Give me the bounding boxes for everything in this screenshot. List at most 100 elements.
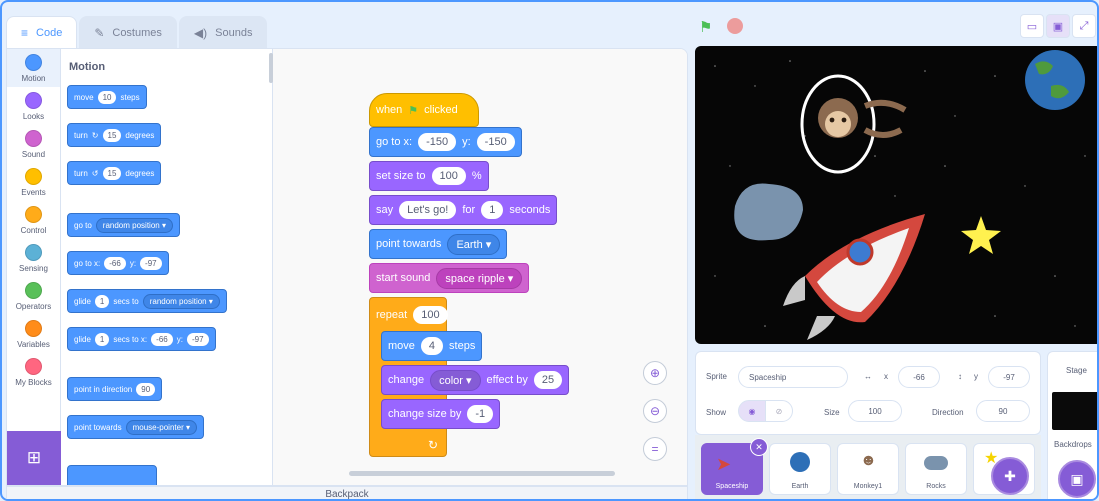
category-motion[interactable]: Motion xyxy=(7,49,60,87)
palette-goto-block[interactable]: go to random position ▾ xyxy=(67,213,180,237)
category-looks[interactable]: Looks xyxy=(7,87,60,125)
sprite-thumb-monkey1[interactable]: ☻ Monkey1 xyxy=(837,443,899,495)
delete-sprite-icon[interactable]: ✕ xyxy=(750,438,768,456)
set-size-block[interactable]: set size to 100% xyxy=(369,161,489,191)
block-input[interactable]: -66 xyxy=(104,256,126,270)
cat-add-icon: ✚ xyxy=(1004,467,1016,484)
palette-partial-block[interactable] xyxy=(67,465,157,485)
large-stage-button[interactable]: ▣ xyxy=(1046,14,1070,38)
stage-canvas[interactable] xyxy=(695,46,1097,344)
star-sprite xyxy=(961,216,1001,254)
effect-value-input[interactable]: 25 xyxy=(533,371,563,389)
block-input[interactable]: 1 xyxy=(94,332,110,346)
category-control[interactable]: Control xyxy=(7,201,60,239)
zoom-in-button[interactable]: ⊕ xyxy=(643,361,667,385)
tab-sounds[interactable]: ◀) Sounds xyxy=(178,16,268,48)
repeat-header: repeat 100 xyxy=(376,306,448,324)
category-events[interactable]: Events xyxy=(7,163,60,201)
change-effect-block[interactable]: change color ▾ effect by 25 xyxy=(381,365,570,395)
category-dot xyxy=(25,357,42,375)
choose-sprite-button[interactable]: ✚ xyxy=(991,457,1029,495)
fullscreen-button[interactable]: ⤢ xyxy=(1072,14,1096,38)
sprite-name: Earth xyxy=(791,483,809,490)
sprite-name-input[interactable]: Spaceship xyxy=(738,366,848,388)
small-stage-button[interactable]: ▭ xyxy=(1020,14,1044,38)
stop-button[interactable] xyxy=(727,18,743,34)
workspace-scrollbar[interactable] xyxy=(349,471,615,476)
category-variables[interactable]: Variables xyxy=(7,315,60,353)
sprite-name: Spaceship xyxy=(715,483,749,490)
eye-hidden-icon: ⊘ xyxy=(775,406,783,416)
block-input[interactable]: 15 xyxy=(102,128,122,142)
palette-move-block[interactable]: move 10 steps xyxy=(67,85,147,109)
x-input[interactable]: -66 xyxy=(898,366,940,388)
block-text: change size by xyxy=(388,408,462,420)
zoom-reset-button[interactable]: = xyxy=(643,437,667,461)
repeat-count-input[interactable]: 100 xyxy=(413,306,448,324)
category-dot xyxy=(25,319,42,337)
steps-input[interactable]: 4 xyxy=(420,337,444,355)
palette-turn-right-block[interactable]: turn ↻ 15 degrees xyxy=(67,123,162,147)
category-my-blocks[interactable]: My Blocks xyxy=(7,353,60,391)
block-dropdown[interactable]: random position ▾ xyxy=(95,217,173,233)
category-operators[interactable]: Operators xyxy=(7,277,60,315)
zoom-out-button[interactable]: ⊖ xyxy=(643,399,667,423)
stage-selector[interactable]: Stage Backdrops ▣ xyxy=(1047,351,1097,499)
palette-glide-block[interactable]: glide 1 secs to random position ▾ xyxy=(67,289,227,313)
size-input[interactable]: 100 xyxy=(848,400,902,422)
block-dropdown[interactable]: random position ▾ xyxy=(142,293,220,309)
point-towards-block[interactable]: point towards Earth ▾ xyxy=(369,229,508,259)
when-flag-clicked-block[interactable]: when ⚑ clicked xyxy=(369,93,479,127)
x-input[interactable]: -150 xyxy=(418,133,457,151)
palette-point-direction-block[interactable]: point in direction 90 xyxy=(67,377,163,401)
block-input[interactable]: 15 xyxy=(102,166,122,180)
message-input[interactable]: Let's go! xyxy=(399,201,457,219)
choose-backdrop-button[interactable]: ▣ xyxy=(1058,460,1096,498)
rotate-left-icon: ↺ xyxy=(91,168,99,178)
block-input[interactable]: 10 xyxy=(97,90,117,104)
block-input[interactable]: 1 xyxy=(94,294,110,308)
move-steps-block[interactable]: move 4 steps xyxy=(381,331,483,361)
category-label: Control xyxy=(20,225,47,235)
category-sensing[interactable]: Sensing xyxy=(7,239,60,277)
category-sound[interactable]: Sound xyxy=(7,125,60,163)
sound-dropdown[interactable]: space ripple ▾ xyxy=(436,267,523,289)
effect-dropdown[interactable]: color ▾ xyxy=(430,369,481,391)
tab-costumes[interactable]: ✎ Costumes xyxy=(79,16,177,48)
block-text: seconds xyxy=(509,204,551,216)
show-hidden-button[interactable]: ⊘ xyxy=(765,400,793,422)
block-input[interactable]: -66 xyxy=(151,332,173,346)
block-text: glide xyxy=(74,296,91,306)
green-flag-button[interactable]: ⚑ xyxy=(699,18,712,36)
size-change-input[interactable]: -1 xyxy=(467,405,494,423)
target-dropdown[interactable]: Earth ▾ xyxy=(447,233,501,255)
direction-input[interactable]: 90 xyxy=(976,400,1030,422)
y-input[interactable]: -97 xyxy=(988,366,1030,388)
sprite-thumb-earth[interactable]: Earth xyxy=(769,443,831,495)
palette-point-towards-block[interactable]: point towards mouse-pointer ▾ xyxy=(67,415,204,439)
say-for-seconds-block[interactable]: say Let's go! for 1 seconds xyxy=(369,195,558,225)
block-dropdown[interactable]: mouse-pointer ▾ xyxy=(125,419,197,435)
palette-turn-left-block[interactable]: turn ↺ 15 degrees xyxy=(67,161,162,185)
size-input[interactable]: 100 xyxy=(431,167,466,185)
add-extension-button[interactable]: ⊞ xyxy=(7,431,61,485)
rotate-right-icon: ↻ xyxy=(91,130,99,140)
backpack-bar[interactable]: Backpack xyxy=(6,486,688,499)
block-input[interactable]: 90 xyxy=(136,382,156,396)
script-workspace[interactable]: when ⚑ clicked go to x: -150 y: -150 set size… xyxy=(273,49,687,485)
palette-glidexy-block[interactable]: glide 1 secs to x: -66 y: -97 xyxy=(67,327,216,351)
block-input[interactable]: -97 xyxy=(140,256,162,270)
block-input[interactable]: -97 xyxy=(186,332,209,346)
show-visible-button[interactable]: ◉ xyxy=(738,400,766,422)
tab-code[interactable]: ≡ Code xyxy=(6,16,78,48)
y-input[interactable]: -150 xyxy=(476,133,515,151)
sprite-thumb-spaceship[interactable]: ➤ ✕ Spaceship xyxy=(701,438,768,495)
sprite-thumb-rocks[interactable]: Rocks xyxy=(905,443,967,495)
change-size-block[interactable]: change size by -1 xyxy=(381,399,501,429)
palette-gotoxy-block[interactable]: go to x: -66 y: -97 xyxy=(67,251,169,275)
start-sound-block[interactable]: start sound space ripple ▾ xyxy=(369,263,530,293)
speaker-icon: ◀) xyxy=(193,25,208,40)
show-label: Show xyxy=(706,408,727,417)
seconds-input[interactable]: 1 xyxy=(481,201,504,219)
goto-xy-block[interactable]: go to x: -150 y: -150 xyxy=(369,127,522,157)
